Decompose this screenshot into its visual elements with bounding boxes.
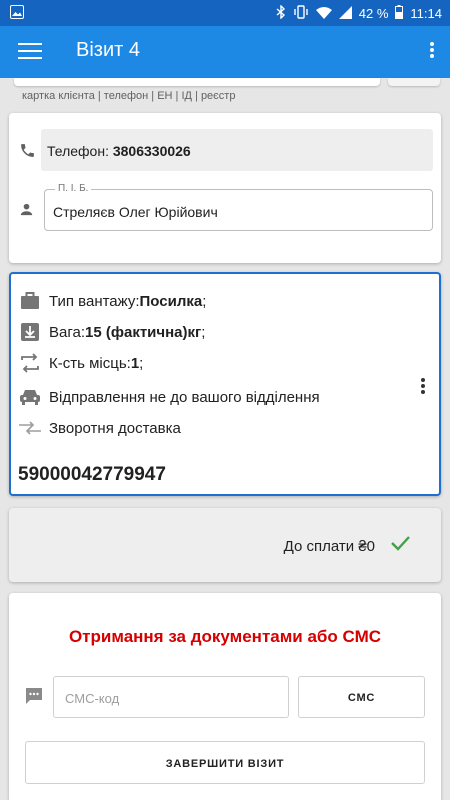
vibrate-icon <box>293 5 309 22</box>
fio-legend: П. І. Б. <box>55 183 92 194</box>
weight-value: 15 (фактична)кг <box>85 323 202 341</box>
car-icon <box>19 386 41 408</box>
finish-visit-button[interactable]: ЗАВЕРШИТИ ВІЗИТ <box>25 741 425 784</box>
phone-label: Телефон: <box>47 143 113 159</box>
fio-value: Стреляєв Олег Юрійович <box>53 204 218 220</box>
search-button[interactable] <box>388 78 440 86</box>
cargo-type-row: Тип вантажу: Посилка; <box>19 290 206 312</box>
payment-text: До сплати ₴0 <box>283 538 375 555</box>
weight-row: Вага: 15 (фактична)кг; <box>19 321 205 343</box>
wifi-icon <box>315 6 332 22</box>
shipment-more-icon[interactable] <box>421 376 425 396</box>
dispatch-text: Відправлення не до вашого відділення <box>49 388 320 406</box>
app-bar: Візит 4 <box>0 26 450 78</box>
places-row: К-сть місць: 1; <box>19 352 143 374</box>
battery-text: 42 % <box>358 6 389 21</box>
person-icon <box>18 201 35 223</box>
cargo-suffix: ; <box>202 292 207 310</box>
receive-card: Отримання за документами або СМС СМС-код… <box>9 593 441 800</box>
check-icon <box>389 532 411 559</box>
return-arrows-icon <box>19 417 41 439</box>
battery-icon <box>395 5 404 22</box>
return-text: Зворотня доставка <box>49 419 181 437</box>
sms-button[interactable]: СМС <box>298 676 425 718</box>
ttn-number: 59000042779947 <box>18 464 166 485</box>
weight-suffix: ; <box>201 323 206 341</box>
dispatch-row: Відправлення не до вашого відділення <box>19 386 320 408</box>
image-icon <box>10 5 24 22</box>
clock-time: 11:14 <box>410 6 442 21</box>
cargo-value: Посилка <box>139 292 203 310</box>
places-suffix: ; <box>139 354 144 372</box>
fio-field[interactable]: П. І. Б. Стреляєв Олег Юрійович <box>44 183 433 231</box>
phone-icon <box>19 142 36 164</box>
bluetooth-icon <box>276 4 286 22</box>
swap-icon <box>19 352 41 374</box>
return-delivery-row: Зворотня доставка <box>19 417 181 439</box>
more-vert-icon[interactable] <box>430 40 434 60</box>
briefcase-icon <box>19 290 41 312</box>
sms-code-input[interactable]: СМС-код <box>53 676 289 718</box>
page-title: Візит 4 <box>76 39 140 61</box>
menu-icon[interactable] <box>18 40 42 64</box>
phone-value: 3806330026 <box>112 143 191 159</box>
client-card: Телефон: 3806330026 П. І. Б. Стреляєв Ол… <box>9 113 441 263</box>
status-bar: 42 % 11:14 <box>0 0 450 26</box>
shipment-card[interactable]: Тип вантажу: Посилка; Вага: 15 (фактична… <box>9 272 441 496</box>
weight-label: Вага: <box>49 323 85 341</box>
sms-icon <box>25 687 43 710</box>
weight-icon <box>19 321 41 343</box>
places-label: К-сть місць: <box>49 354 131 372</box>
search-input[interactable] <box>14 78 380 86</box>
signal-icon <box>338 5 352 22</box>
places-value: 1 <box>130 354 140 372</box>
receive-title: Отримання за документами або СМС <box>68 627 382 646</box>
phone-field: Телефон: 3806330026 <box>41 129 433 171</box>
payment-card: До сплати ₴0 <box>9 508 441 582</box>
cargo-label: Тип вантажу: <box>49 292 140 310</box>
search-hint: картка клієнта | телефон | ЕН | ІД | реє… <box>22 90 236 102</box>
